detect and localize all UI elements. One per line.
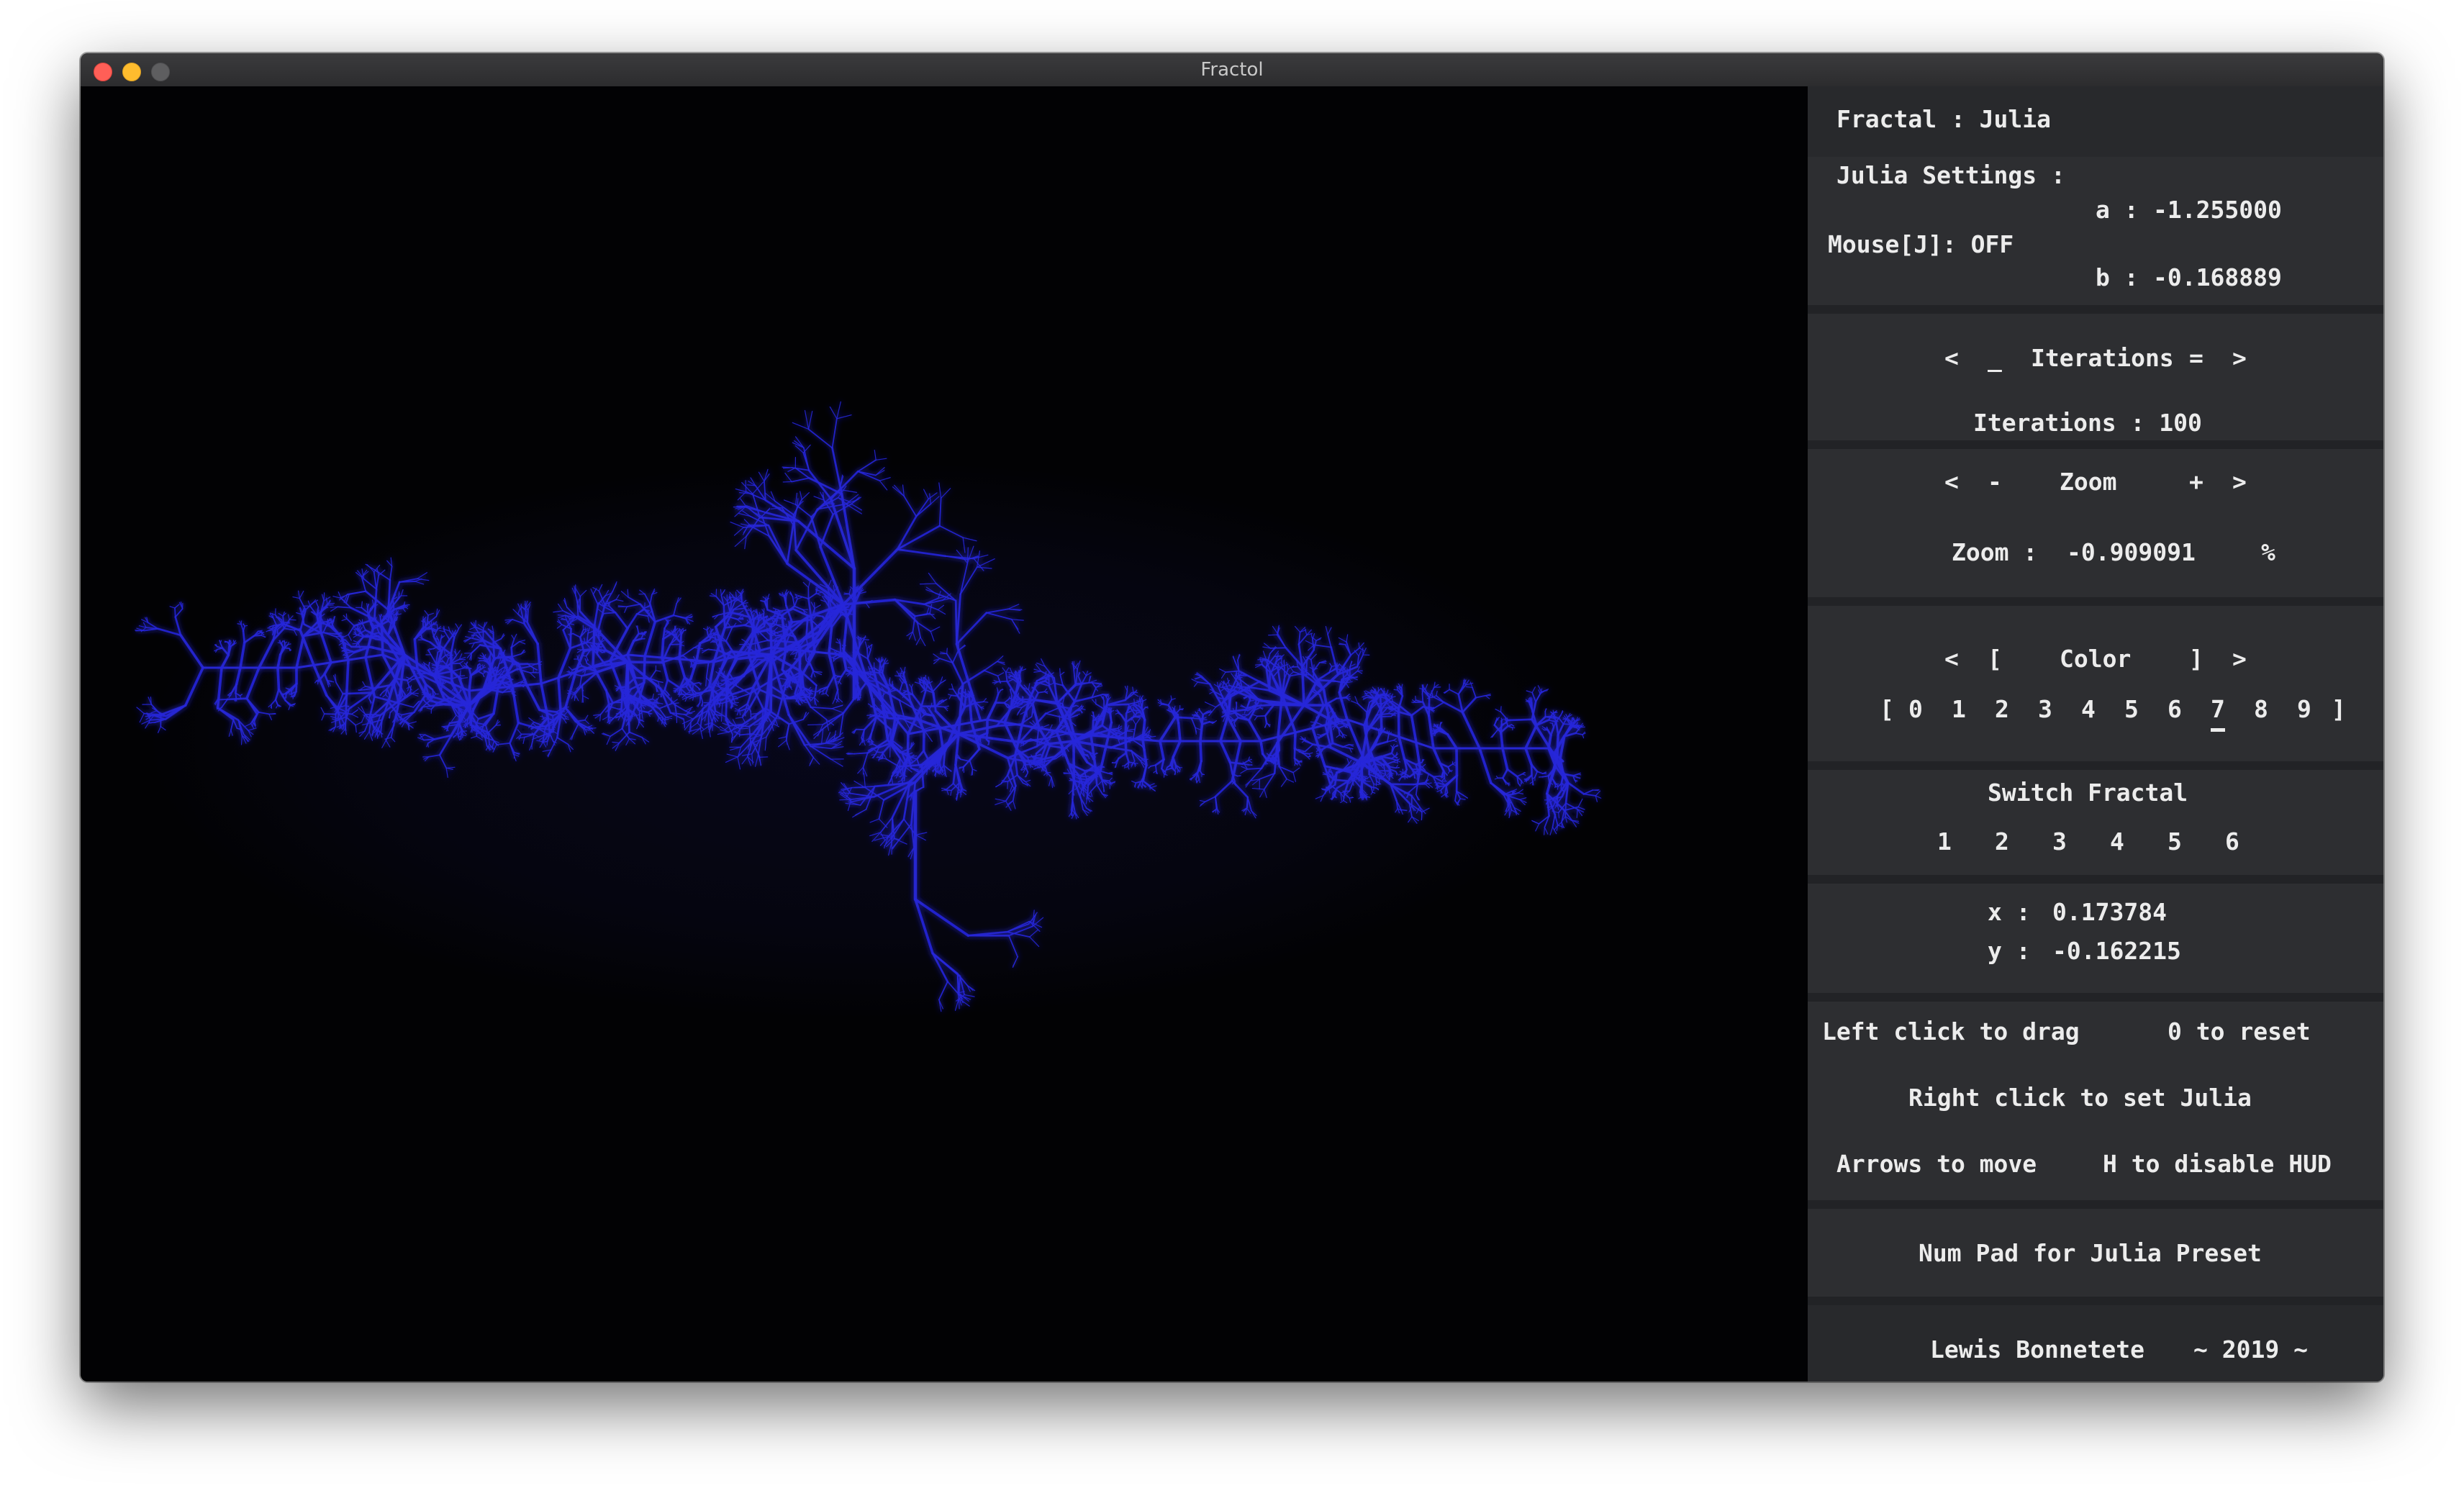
switch-fractal-label: Switch Fractal	[1988, 779, 2188, 807]
numpad-help-section: Num Pad for Julia Preset	[1808, 1209, 2383, 1297]
color-prev-key[interactable]: [	[1988, 645, 2002, 673]
color-left-arrow[interactable]: <	[1944, 645, 1959, 673]
color-option-9[interactable]: 9	[2297, 695, 2311, 724]
iterations-section: < _ Iterations = > Iterations : 100	[1808, 314, 2383, 440]
credits-section: Lewis Bonnetete ~ 2019 ~	[1808, 1305, 2383, 1382]
help-numpad: Num Pad for Julia Preset	[1919, 1239, 2262, 1267]
iterations-value: Iterations : 100	[1973, 409, 2202, 437]
color-section: < [ Color ] > [ 0123456789 ]	[1808, 606, 2383, 761]
zoom-left-arrow[interactable]: <	[1944, 468, 1959, 496]
credits-author: Lewis Bonnetete	[1930, 1335, 2145, 1364]
color-option-3[interactable]: 3	[2038, 695, 2052, 724]
controls-help-section: Left click to drag 0 to reset Right clic…	[1808, 1002, 2383, 1200]
julia-a-label: a :	[2096, 196, 2139, 224]
switch-fractal-option-3[interactable]: 3	[2052, 827, 2067, 856]
window-title: Fractol	[1200, 59, 1264, 81]
y-coordinate-label: y :	[1988, 937, 2031, 965]
color-label: Color	[2060, 645, 2132, 673]
divider	[1808, 305, 2383, 314]
color-option-8[interactable]: 8	[2254, 695, 2268, 724]
iterations-label: Iterations	[2031, 344, 2174, 372]
zoom-unit: %	[2261, 538, 2275, 566]
color-next-key[interactable]: ]	[2189, 645, 2203, 673]
color-option-2[interactable]: 2	[1995, 695, 2009, 724]
color-option-4[interactable]: 4	[2081, 695, 2096, 724]
fractal-name-section: Fractal : Julia	[1808, 86, 2383, 157]
zoom-in-key[interactable]: +	[2189, 468, 2203, 496]
zoom-value-label: Zoom :	[1952, 538, 2038, 566]
julia-fractal-render	[135, 401, 1602, 1020]
x-coordinate-value: 0.173784	[2052, 898, 2167, 926]
divider	[1808, 1200, 2383, 1209]
color-option-6[interactable]: 6	[2168, 695, 2182, 724]
divider	[1808, 761, 2383, 770]
color-option-7[interactable]: 7	[2211, 695, 2225, 724]
fractal-name: Fractal : Julia	[1836, 105, 2052, 133]
title-bar[interactable]: Fractol	[81, 53, 2383, 88]
iterations-decrease-key[interactable]: _	[1988, 344, 2002, 373]
mouse-julia-toggle[interactable]: Mouse[J]: OFF	[1828, 230, 2014, 259]
julia-settings-heading: Julia Settings :	[1836, 161, 2065, 189]
iterations-right-arrow[interactable]: >	[2232, 344, 2247, 373]
iterations-left-arrow[interactable]: <	[1944, 344, 1959, 373]
switch-fractal-option-5[interactable]: 5	[2168, 827, 2182, 856]
zoom-right-arrow[interactable]: >	[2232, 468, 2247, 496]
coordinates-section: x : 0.173784 y : -0.162215	[1808, 884, 2383, 993]
credits-year: ~ 2019 ~	[2193, 1335, 2308, 1364]
color-right-arrow[interactable]: >	[2232, 645, 2247, 673]
y-coordinate-value: -0.162215	[2052, 937, 2181, 965]
divider	[1808, 597, 2383, 606]
switch-fractal-option-1[interactable]: 1	[1937, 827, 1952, 856]
julia-a-value: -1.255000	[2153, 196, 2282, 224]
switch-fractal-option-4[interactable]: 4	[2110, 827, 2124, 856]
help-hud: H to disable HUD	[2103, 1150, 2332, 1178]
app-window: Fractol Fractal : Julia Julia Settings:…	[81, 53, 2383, 1382]
color-option-5[interactable]: 5	[2124, 695, 2139, 724]
divider	[1808, 993, 2383, 1002]
julia-b-value: -0.168889	[2153, 263, 2282, 291]
divider	[1808, 440, 2383, 449]
zoom-value: -0.909091	[2067, 538, 2196, 566]
switch-fractal-option-2[interactable]: 2	[1995, 827, 2009, 856]
x-coordinate-label: x :	[1988, 898, 2031, 926]
color-option-0[interactable]: 0	[1908, 695, 1923, 724]
help-drag: Left click to drag	[1822, 1017, 2080, 1045]
divider	[1808, 1297, 2383, 1305]
color-options-close-bracket: ]	[2332, 695, 2346, 723]
help-reset: 0 to reset	[2168, 1017, 2311, 1045]
color-option-1[interactable]: 1	[1952, 695, 1966, 724]
zoom-section: < - Zoom + > Zoom : -0.909091 %	[1808, 449, 2383, 597]
divider	[1808, 875, 2383, 884]
julia-b-label: b :	[2096, 263, 2139, 291]
help-move: Arrows to move	[1836, 1150, 2037, 1178]
zoom-out-key[interactable]: -	[1988, 468, 2002, 496]
zoom-label: Zoom	[2060, 468, 2117, 496]
fractal-canvas[interactable]	[81, 86, 1808, 1382]
switch-fractal-option-6[interactable]: 6	[2225, 827, 2239, 856]
iterations-increase-key[interactable]: =	[2189, 344, 2203, 373]
selected-color-indicator	[2211, 728, 2225, 732]
switch-fractal-section: Switch Fractal 1 2 3 4 5 6	[1808, 770, 2383, 875]
julia-settings-section: Julia Settings : a : -1.255000 Mouse[J]:…	[1808, 157, 2383, 305]
color-options-open-bracket: [	[1880, 695, 1894, 723]
help-set-julia: Right click to set Julia	[1908, 1084, 2252, 1112]
hud-panel: Fractal : Julia Julia Settings : a : -1.…	[1808, 86, 2383, 1382]
